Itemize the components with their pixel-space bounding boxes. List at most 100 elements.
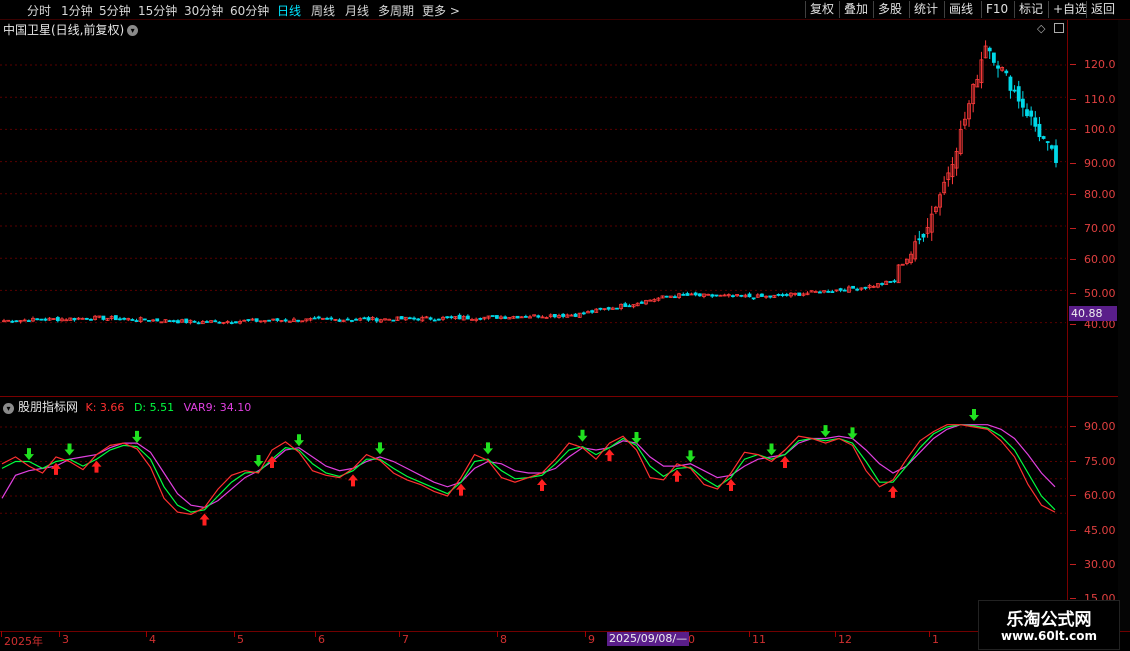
panel-divider: [0, 396, 1118, 397]
period-toolbar: 分时 1分钟 5分钟 15分钟 30分钟 60分钟 日线 周线 月线 多周期 更…: [0, 0, 1130, 20]
period-tab-60min[interactable]: 60分钟: [230, 2, 269, 19]
candle-body: [693, 292, 698, 296]
candle-body: [316, 316, 321, 319]
candle-body: [664, 295, 669, 298]
cursor-date-label: 2025/09/08/—: [607, 632, 690, 646]
candle-body: [457, 314, 462, 320]
buy-arrow-icon: [604, 449, 615, 462]
candle-body: [337, 319, 342, 322]
indicator-tick: 45.00: [1070, 524, 1116, 537]
statistics-button[interactable]: 统计: [909, 1, 942, 18]
candle-body: [312, 317, 317, 320]
indicator-tick: 60.00: [1070, 489, 1116, 502]
candle-body: [89, 318, 93, 321]
candle-body: [987, 47, 992, 52]
candle-body: [192, 320, 197, 323]
candle-body: [374, 318, 379, 322]
candle-body: [590, 310, 595, 313]
candle-body: [573, 313, 578, 317]
signal-arrows: [24, 409, 979, 526]
candle-body: [478, 317, 483, 320]
candle-body: [234, 321, 238, 324]
watermark-title: 乐淘公式网: [1006, 610, 1092, 630]
candle-body: [494, 315, 499, 319]
candle-body: [747, 293, 752, 298]
indicator-tick: 30.00: [1070, 558, 1116, 571]
time-label: 1: [929, 631, 939, 646]
candle-body: [780, 294, 785, 297]
candle-body: [432, 319, 437, 322]
candle-body: [196, 322, 201, 325]
candle-body: [412, 317, 416, 320]
candle-body: [851, 285, 855, 289]
adjust-button[interactable]: 复权: [805, 1, 838, 18]
period-tab-1min[interactable]: 1分钟: [61, 2, 93, 19]
f10-button[interactable]: F10: [981, 1, 1012, 18]
multi-stock-button[interactable]: 多股: [873, 1, 906, 18]
candle-body: [615, 307, 619, 310]
period-tab-15min[interactable]: 15分钟: [138, 2, 177, 19]
time-label: 6: [315, 631, 325, 646]
candle-body: [167, 320, 172, 323]
period-tab-weekly[interactable]: 周线: [311, 2, 335, 19]
buy-arrow-icon: [780, 456, 790, 468]
candle-body: [325, 317, 329, 320]
candle-body: [55, 317, 60, 322]
period-tab-multi[interactable]: 多周期: [378, 2, 414, 19]
candle-body: [407, 317, 412, 320]
k-value: K: 3.66: [85, 401, 125, 414]
candle-body: [784, 294, 789, 296]
candle-body: [345, 318, 350, 321]
period-tab-more[interactable]: 更多 >: [422, 2, 460, 19]
overlay-button[interactable]: 叠加: [839, 1, 872, 18]
candle-body: [697, 293, 702, 297]
mark-button[interactable]: 标记: [1014, 1, 1047, 18]
candle-body: [606, 307, 611, 310]
candle-body: [184, 318, 189, 323]
buy-arrow-icon: [537, 479, 547, 491]
candle-body: [714, 294, 719, 297]
var9-value: VAR9: 34.10: [183, 401, 252, 414]
candle-body: [731, 295, 735, 298]
candle-body: [118, 318, 122, 321]
kline-chart[interactable]: [0, 19, 1068, 631]
candle-body: [842, 289, 847, 292]
candle-body: [217, 321, 222, 324]
candle-body: [72, 317, 77, 321]
period-tab-monthly[interactable]: 月线: [345, 2, 369, 19]
candle-body: [515, 315, 520, 319]
candle-body: [1020, 98, 1025, 108]
indicator-name: 股朋指标网: [18, 400, 79, 414]
candle-body: [1016, 86, 1021, 102]
period-tab-5min[interactable]: 5分钟: [99, 2, 131, 19]
candle-body: [921, 233, 926, 238]
candle-body: [296, 319, 300, 322]
candle-body: [134, 320, 139, 322]
period-tab-timeshare[interactable]: 分时: [27, 2, 51, 19]
candle-body: [863, 286, 868, 289]
candle-body: [523, 316, 528, 318]
draw-line-button[interactable]: 画线: [944, 1, 977, 18]
time-label: 2025年: [1, 631, 43, 648]
indicator-tick: 75.00: [1070, 455, 1116, 468]
buy-arrow-icon: [91, 460, 102, 473]
candle-body: [176, 320, 180, 324]
period-tab-daily[interactable]: 日线: [277, 2, 301, 19]
chevron-down-icon[interactable]: ▾: [3, 402, 14, 414]
time-label: 5: [234, 631, 244, 646]
candle-body: [1008, 76, 1013, 91]
candle-body: [1025, 109, 1029, 117]
candle-body: [581, 312, 586, 315]
candle-body: [639, 301, 644, 304]
candle-body: [797, 292, 802, 296]
candle-body: [229, 322, 234, 324]
candle-body: [465, 315, 470, 320]
candle-body: [552, 313, 557, 318]
time-label: 3: [59, 631, 69, 646]
oscillator-series: [1, 424, 1056, 516]
time-label: 9: [585, 631, 595, 646]
candle-body: [888, 281, 893, 283]
period-tab-30min[interactable]: 30分钟: [184, 2, 223, 19]
candlestick-series: [2, 40, 1058, 325]
candle-body: [830, 291, 835, 293]
